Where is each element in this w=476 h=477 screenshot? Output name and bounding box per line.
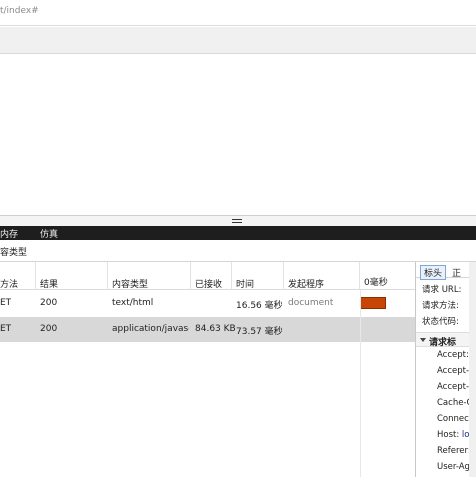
waterfall-divider xyxy=(360,290,361,477)
table-row[interactable]: ET 200 text/html 16.56 毫秒 document xyxy=(0,291,415,316)
request-headers-title: 请求标 xyxy=(429,338,457,348)
collapse-triangle-icon[interactable] xyxy=(420,338,426,342)
url-text[interactable]: t/index# xyxy=(0,6,39,16)
browser-toolbar xyxy=(0,27,476,54)
cell-method: ET xyxy=(0,298,12,308)
devtools-splitter[interactable] xyxy=(0,215,476,226)
column-header-waterfall[interactable]: 0毫秒 xyxy=(360,262,415,290)
tab-memory[interactable]: 内存 xyxy=(0,227,18,240)
tab-body[interactable]: 正 xyxy=(452,266,461,279)
grid-header: 方法 结果 内容类型 已接收 时间 发起程序 0毫秒 xyxy=(0,262,415,290)
cell-received: 84.63 KB xyxy=(195,324,236,334)
table-row[interactable]: ET 200 application/javasc... 84.63 KB 73… xyxy=(0,317,415,342)
devtools-tab-bar: 内存 仿真 xyxy=(0,226,476,240)
cell-method: ET xyxy=(0,324,12,334)
tab-emulation[interactable]: 仿真 xyxy=(40,227,58,240)
status-code-label: 状态代码: xyxy=(422,317,459,327)
column-header-result[interactable]: 结果 xyxy=(36,262,108,290)
content-type-filter[interactable]: 容类型 xyxy=(0,245,27,258)
cell-result: 200 xyxy=(40,298,58,308)
request-details-pane: 标头 正 请求 URL: 请求方法: 状态代码: 请求标 Accept: */ … xyxy=(415,262,476,477)
resize-grip-icon[interactable] xyxy=(232,219,242,223)
cell-result: 200 xyxy=(40,324,58,334)
details-scrollbar[interactable] xyxy=(469,262,476,477)
tab-headers[interactable]: 标头 xyxy=(420,265,447,280)
page-viewport xyxy=(0,55,476,215)
column-header-content-type[interactable]: 内容类型 xyxy=(108,262,191,290)
column-header-time[interactable]: 时间 xyxy=(232,262,284,290)
request-method-label: 请求方法: xyxy=(422,301,459,311)
network-filter-bar: 容类型 xyxy=(0,240,476,262)
column-header-initiator[interactable]: 发起程序 xyxy=(284,262,360,290)
cell-content-type: text/html xyxy=(112,298,154,308)
column-header-method[interactable]: 方法 xyxy=(0,262,36,290)
waterfall-bar xyxy=(360,297,386,309)
details-tab-bar: 标头 正 xyxy=(416,262,476,280)
network-request-grid: 方法 结果 内容类型 已接收 时间 发起程序 0毫秒 ET 200 text/h… xyxy=(0,262,415,477)
cell-time: 16.56 毫秒 xyxy=(236,301,283,311)
request-url-label: 请求 URL: xyxy=(422,285,462,295)
address-bar[interactable]: t/index# xyxy=(0,0,476,26)
cell-initiator[interactable]: document xyxy=(288,298,333,308)
request-headers-section[interactable]: 请求标 xyxy=(416,332,476,348)
cell-content-type: application/javasc... xyxy=(112,324,189,334)
cell-time: 73.57 毫秒 xyxy=(236,327,283,337)
column-header-received[interactable]: 已接收 xyxy=(191,262,232,290)
